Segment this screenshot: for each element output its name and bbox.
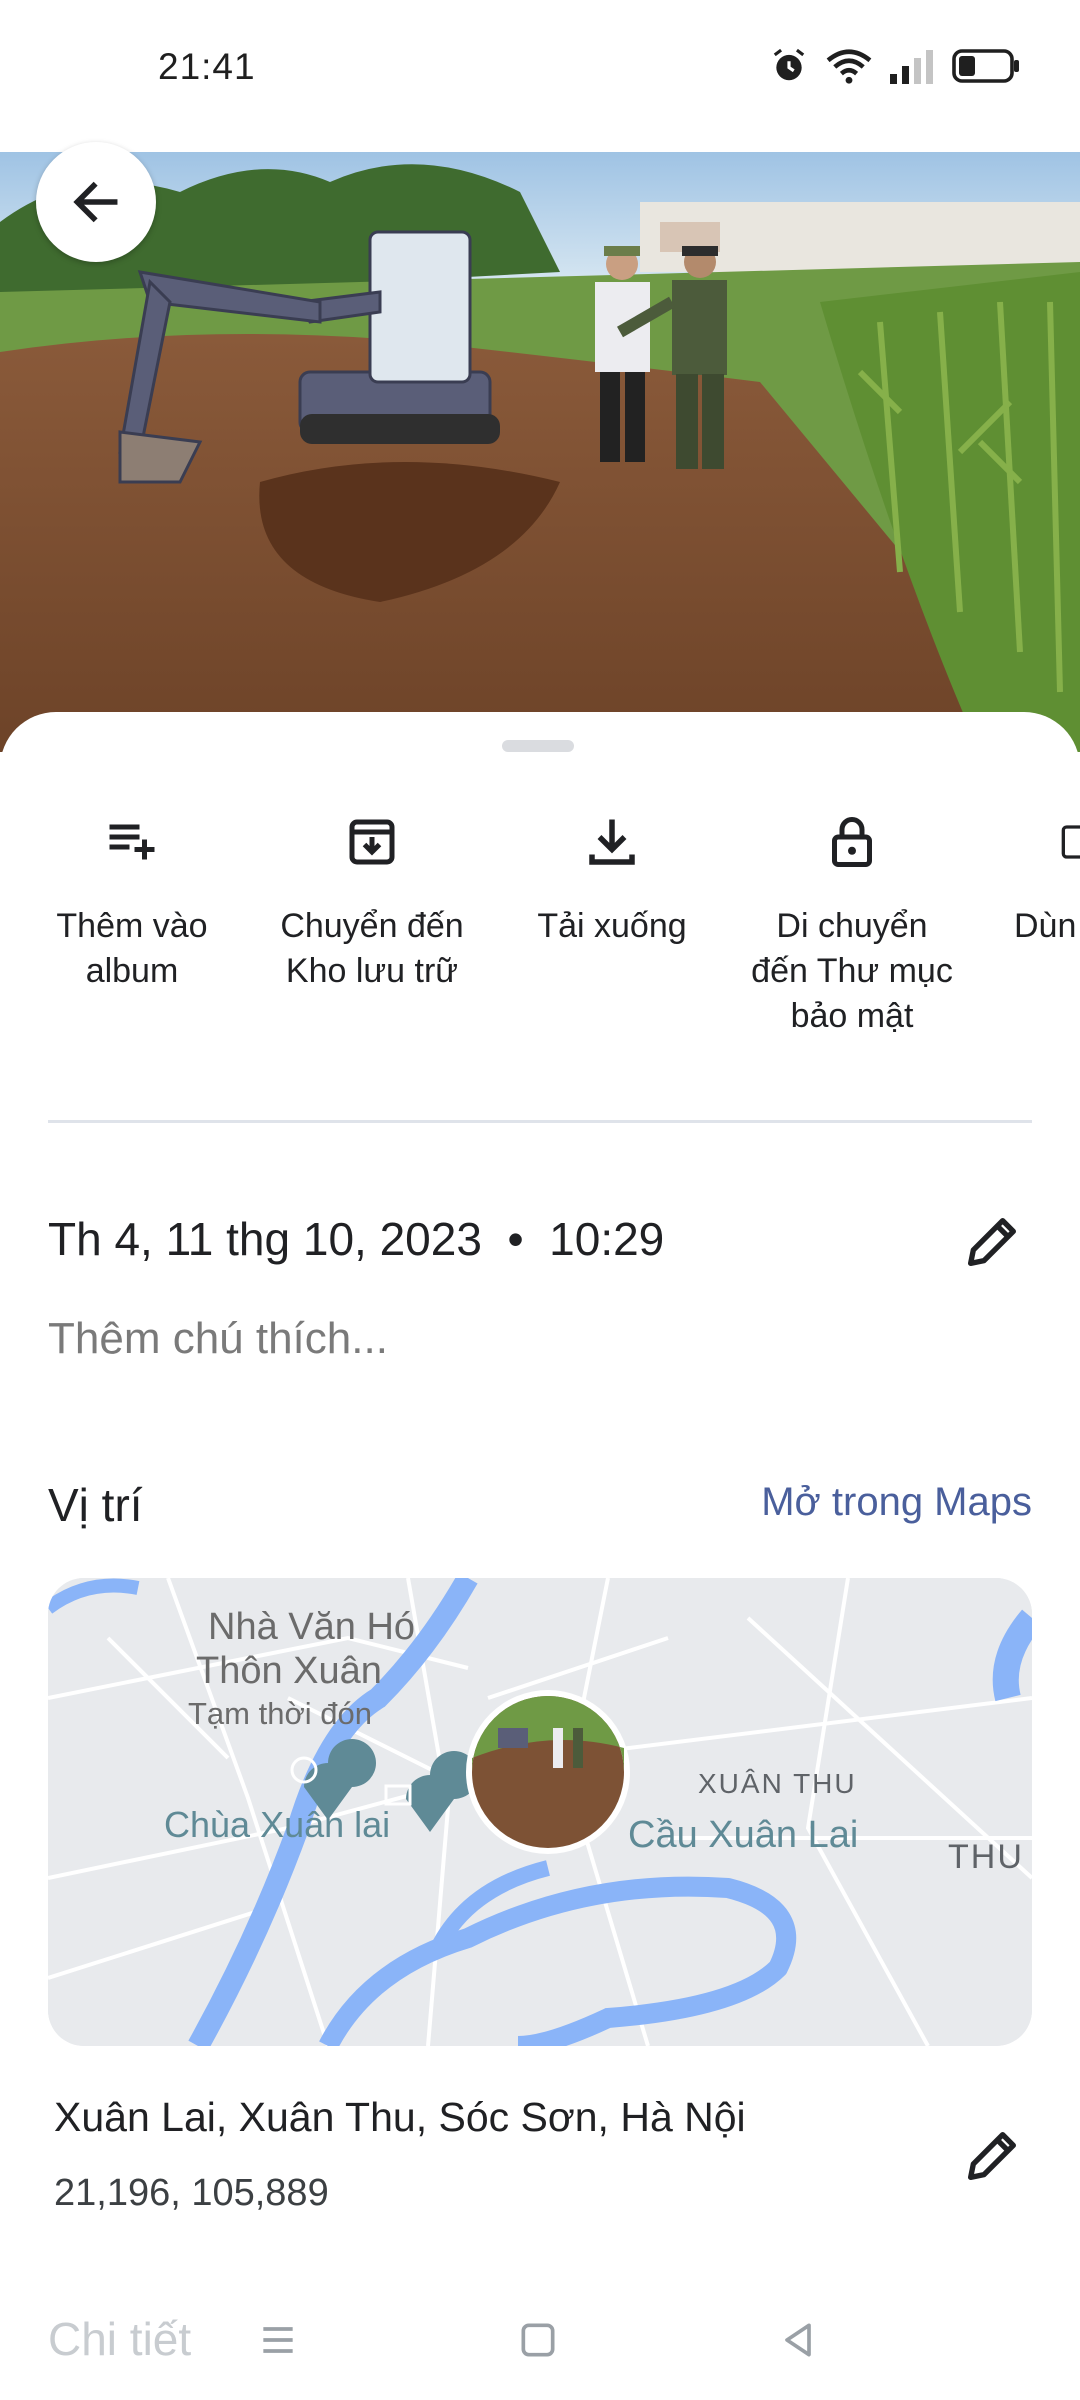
phone-icon [972, 802, 1080, 882]
arrow-back-icon [73, 181, 118, 223]
caption-input[interactable]: Thêm chú thích... [48, 1314, 388, 1364]
add-to-album-label: Thêm vào album [56, 907, 208, 990]
use-as-label: Dùn [1014, 907, 1077, 945]
photo-image [0, 152, 1080, 752]
location-map[interactable]: Nhà Văn Hó Thôn Xuân Tạm thời đón Chùa X… [48, 1578, 1032, 2046]
status-icons [770, 48, 1020, 88]
home-button[interactable] [508, 2310, 568, 2370]
use-as-button[interactable]: Dùn [972, 802, 1080, 949]
map-label-chua-xuan-lai: Chùa Xuân lai [164, 1804, 391, 1845]
square-icon [521, 2323, 555, 2357]
map-label-cau-xuan-lai: Cầu Xuân Lai [628, 1814, 859, 1856]
download-label: Tải xuống [537, 907, 687, 945]
add-to-album-button[interactable]: Thêm vào album [12, 802, 252, 994]
map-photo-marker [466, 1690, 630, 1854]
back-button[interactable] [36, 142, 156, 262]
move-to-archive-button[interactable]: Chuyển đến Kho lưu trữ [252, 802, 492, 994]
date-time: Th 4, 11 thg 10, 2023 • 10:29 [48, 1213, 665, 1265]
download-icon [492, 802, 732, 882]
move-to-locked-folder-button[interactable]: Di chuyển đến Thư mục bảo mật [732, 802, 972, 1039]
location-title: Vị trí [48, 1479, 143, 1531]
map-label-thu: THU [948, 1838, 1024, 1876]
map-label-tam-thoi: Tạm thời đón [188, 1696, 373, 1731]
menu-icon [263, 2327, 293, 2353]
location-coordinates: 21,196, 105,889 [54, 2172, 329, 2214]
recents-button[interactable] [248, 2310, 308, 2370]
drag-handle[interactable] [502, 740, 574, 752]
alarm-icon [770, 47, 808, 90]
move-to-archive-label: Chuyển đến Kho lưu trữ [280, 907, 464, 990]
battery-icon [952, 48, 1020, 88]
back-nav-button[interactable] [768, 2310, 828, 2370]
status-bar: 21:41 [0, 0, 1080, 152]
lock-icon [732, 802, 972, 882]
map-label-thon-xuan: Thôn Xuân [196, 1650, 382, 1692]
archive-icon [252, 802, 492, 882]
edit-location-button[interactable] [960, 2124, 1024, 2193]
map-label-nha-van-hoa: Nhà Văn Hó [208, 1606, 416, 1648]
divider [48, 1120, 1032, 1123]
triangle-back-icon [785, 2323, 811, 2357]
open-in-maps-link[interactable]: Mở trong Maps [761, 1480, 1032, 1525]
pencil-icon [968, 2132, 1016, 2180]
map-label-xuan-thu: XUÂN THU [698, 1768, 857, 1799]
system-nav-bar [0, 2290, 1080, 2400]
info-sheet: Thêm vào album Chuyển đến Kho lưu trữ Tả… [0, 712, 1080, 2400]
move-to-locked-folder-label: Di chuyển đến Thư mục bảo mật [751, 907, 953, 1035]
pencil-icon [968, 1218, 1016, 1266]
status-time: 21:41 [158, 46, 256, 87]
download-button[interactable]: Tải xuống [492, 802, 732, 949]
signal-icon [890, 48, 934, 89]
photo-preview[interactable] [0, 152, 1080, 752]
action-row: Thêm vào album Chuyển đến Kho lưu trữ Tả… [0, 802, 1080, 1035]
location-address: Xuân Lai, Xuân Thu, Sóc Sơn, Hà Nội [54, 2094, 746, 2140]
playlist-add-icon [12, 802, 252, 882]
edit-datetime-button[interactable] [960, 1210, 1024, 1279]
wifi-icon [826, 47, 872, 90]
